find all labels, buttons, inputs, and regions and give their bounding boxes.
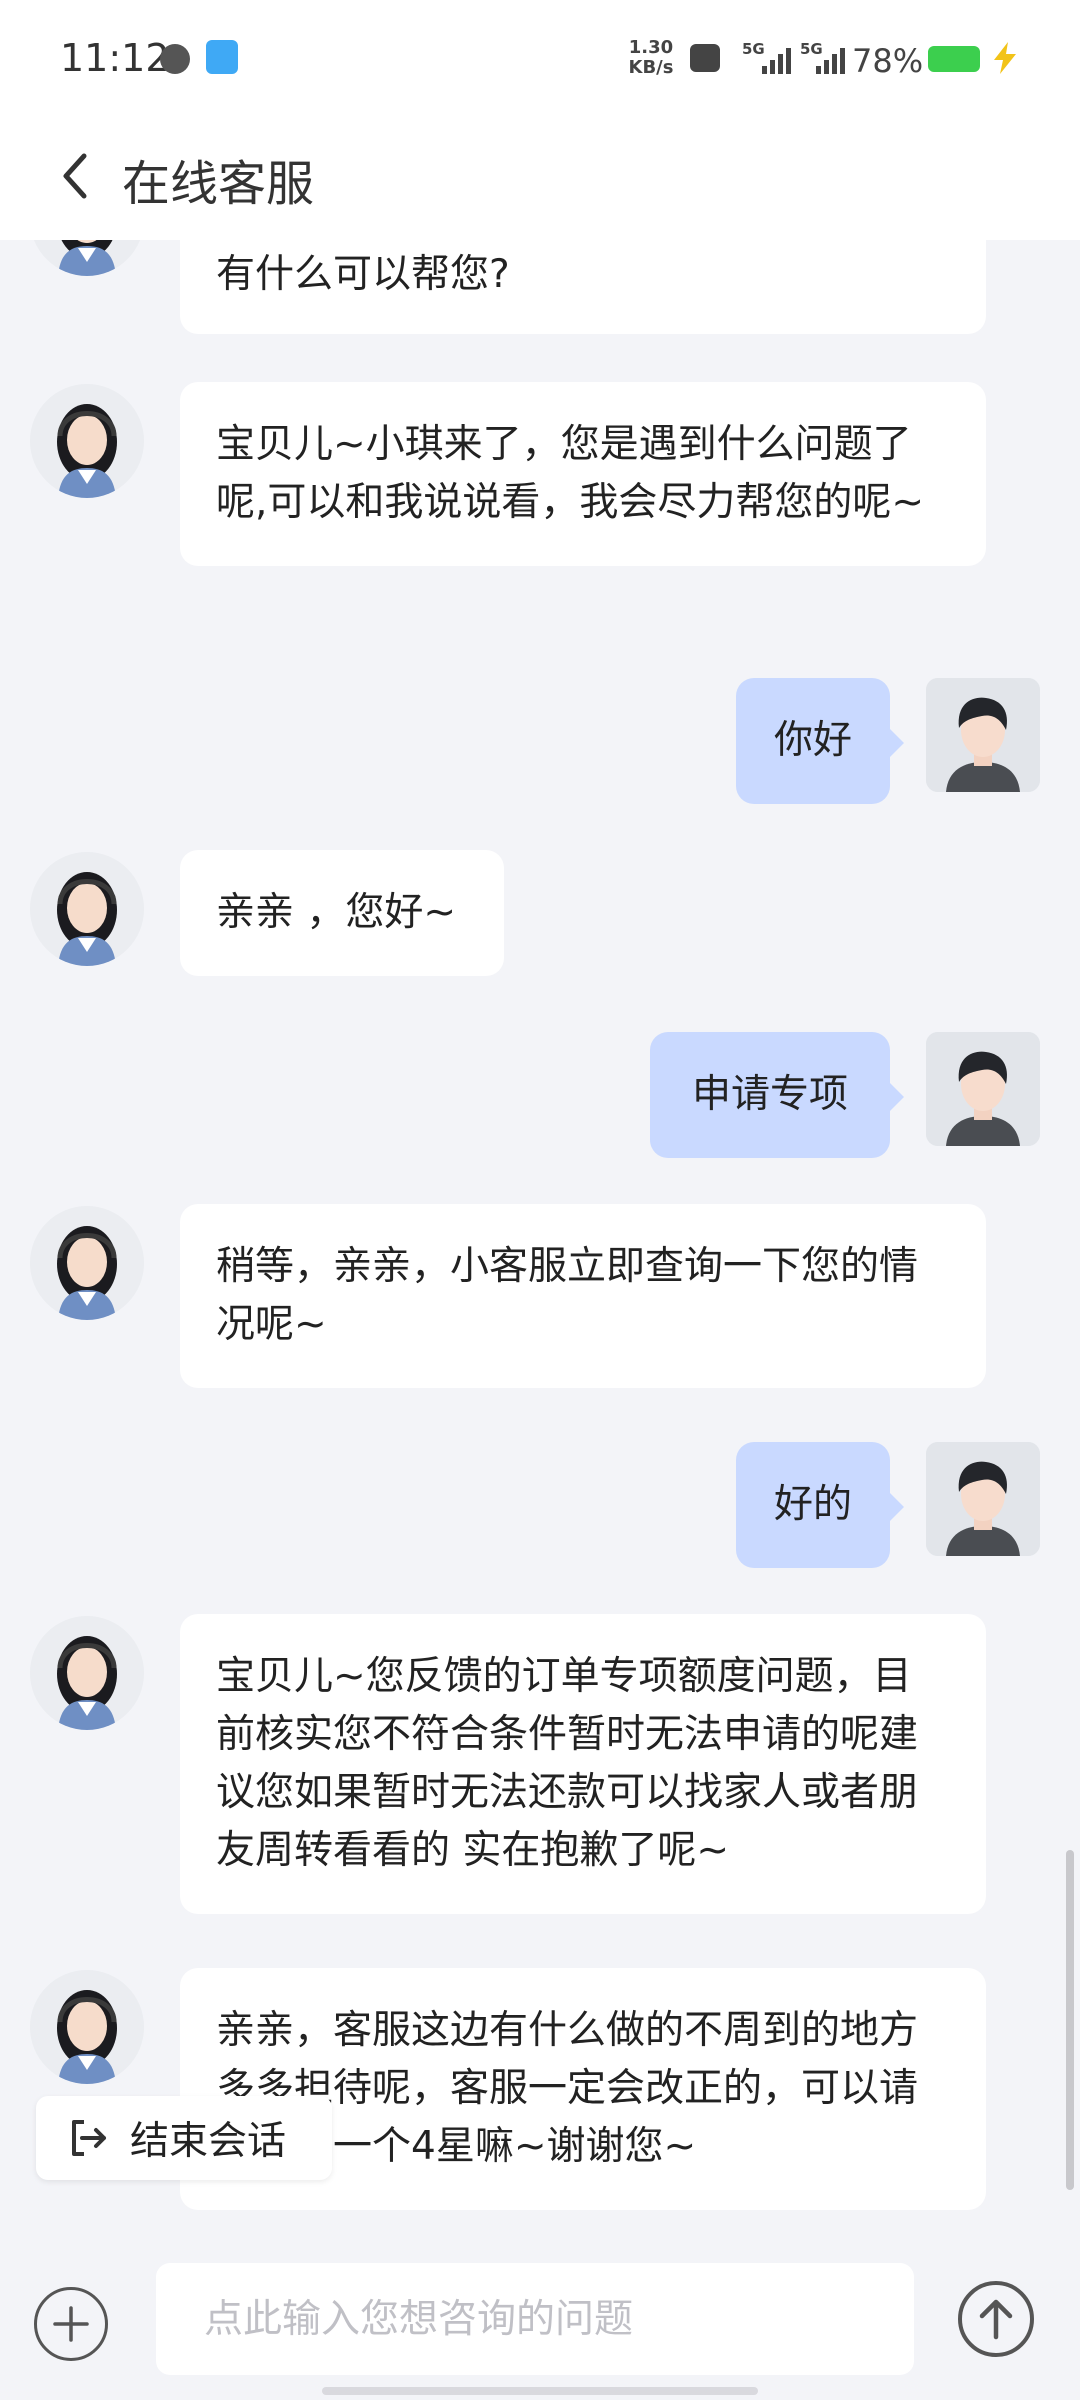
agent-avatar (30, 240, 144, 276)
network-speed: 1.30 KB/s (624, 38, 678, 78)
user-bubble-tail (890, 1083, 904, 1111)
chat-list[interactable]: 有什么可以帮您? 宝贝儿~小琪来了，您是遇到什么问题了呢,可以和我说说看，我会尽… (0, 240, 1080, 2245)
agent-avatar (30, 1616, 144, 1730)
battery-percent: 78% (852, 42, 924, 80)
agent-avatar (30, 1206, 144, 1320)
user-bubble-tail (890, 729, 904, 757)
end-session-button[interactable]: 结束会话 (36, 2096, 332, 2180)
user-bubble-tail (890, 1493, 904, 1521)
globe-icon (160, 44, 190, 74)
user-message-bubble: 好的 (736, 1442, 890, 1568)
send-button[interactable] (958, 2281, 1034, 2357)
user-message-text: 好的 (773, 1482, 852, 1527)
agent-message-bubble: 宝贝儿~小琪来了，您是遇到什么问题了呢,可以和我说说看，我会尽力帮您的呢~ (180, 382, 986, 566)
plus-icon (53, 2306, 89, 2342)
user-avatar (926, 678, 1040, 792)
agent-message-text: 稍等，亲亲，小客服立即查询一下您的情况呢~ (216, 1244, 919, 1347)
user-message-text: 申请专项 (691, 1072, 848, 1117)
user-message-bubble: 申请专项 (650, 1032, 890, 1158)
add-attachment-button[interactable] (34, 2287, 108, 2361)
network-speed-value: 1.30 (628, 37, 674, 58)
exit-icon (72, 2120, 106, 2156)
agent-avatar (30, 852, 144, 966)
back-arrow-icon[interactable] (56, 146, 96, 206)
agent-message-text: 宝贝儿~小琪来了，您是遇到什么问题了呢,可以和我说说看，我会尽力帮您的呢~ (216, 422, 925, 525)
hd-voice-icon (690, 44, 720, 72)
header: 在线客服 (0, 120, 1080, 240)
battery-icon (928, 46, 980, 72)
app-notification-icon (206, 40, 238, 74)
input-bar (0, 2245, 1080, 2400)
user-message-bubble: 你好 (736, 678, 890, 804)
agent-message-text: 亲亲 ，您好~ (216, 890, 457, 935)
network-speed-unit: KB/s (628, 57, 674, 78)
message-input[interactable] (156, 2263, 914, 2375)
agent-message-bubble: 宝贝儿~您反馈的订单专项额度问题，目前核实您不符合条件暂时无法申请的呢建议您如果… (180, 1614, 986, 1914)
chat-scrollbar[interactable] (1066, 1850, 1074, 2190)
agent-message-bubble: 亲亲 ，您好~ (180, 850, 504, 976)
agent-message-text: 有什么可以帮您? (216, 252, 510, 297)
user-avatar (926, 1442, 1040, 1556)
user-message-text: 你好 (773, 718, 852, 763)
signal-icon-sim1: 5G (742, 40, 791, 74)
signal-icon-sim2: 5G (800, 40, 846, 74)
agent-message-bubble: 有什么可以帮您? (180, 240, 986, 334)
page-title: 在线客服 (122, 156, 315, 212)
status-bar: 11:12 1.30 KB/s 5G 5G 78% (0, 0, 1080, 120)
agent-message-text: 宝贝儿~您反馈的订单专项额度问题，目前核实您不符合条件暂时无法申请的呢建议您如果… (216, 1654, 919, 1873)
sim2-label: 5G (800, 40, 823, 58)
end-session-label: 结束会话 (130, 2119, 287, 2164)
arrow-up-icon (979, 2299, 1013, 2340)
home-indicator[interactable] (322, 2387, 758, 2395)
agent-message-bubble: 稍等，亲亲，小客服立即查询一下您的情况呢~ (180, 1204, 986, 1388)
sim1-label: 5G (742, 40, 765, 58)
agent-avatar (30, 1970, 144, 2084)
user-avatar (926, 1032, 1040, 1146)
status-time: 11:12 (60, 36, 170, 80)
agent-avatar (30, 384, 144, 498)
charging-icon (994, 42, 1016, 74)
